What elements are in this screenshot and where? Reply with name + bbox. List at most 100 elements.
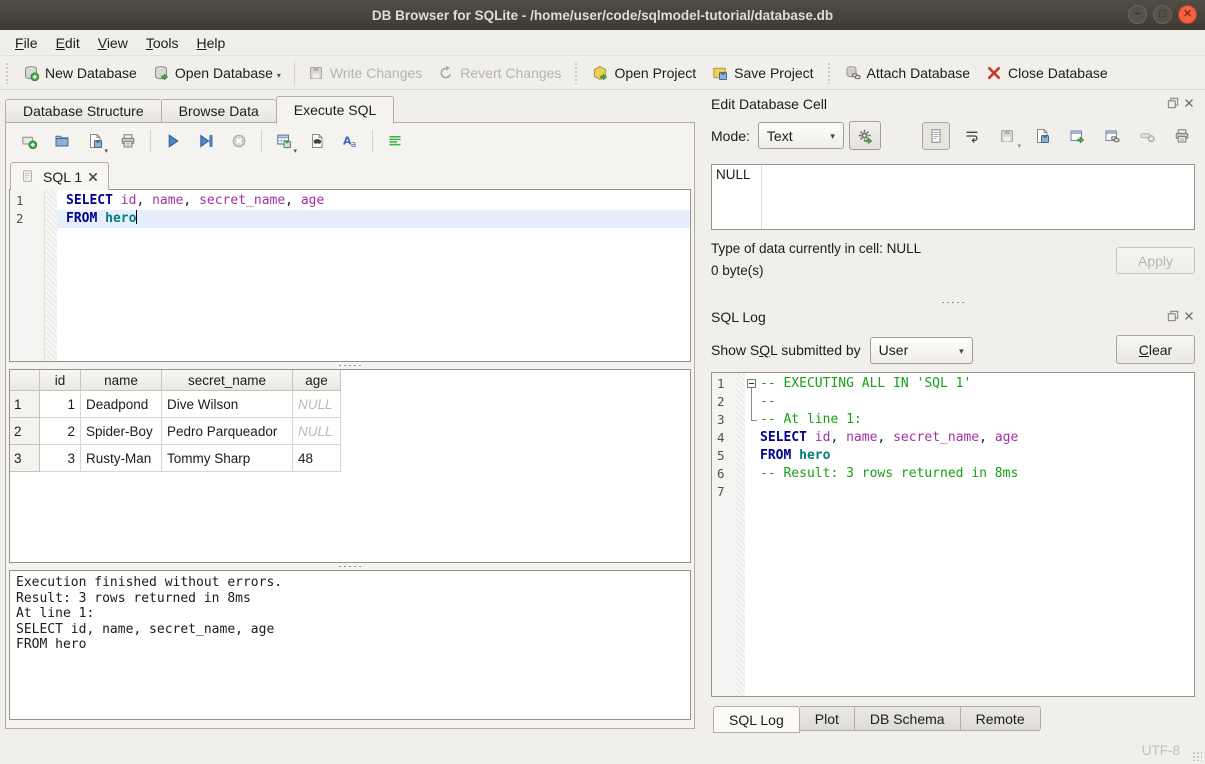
float-dock-icon[interactable] [1167,309,1179,325]
new-database-button[interactable]: New Database [15,61,145,85]
sql-editor-line[interactable]: FROM hero [10,210,690,228]
stop-execution-button[interactable] [226,128,252,154]
format-sql-button[interactable]: Aa [337,128,363,154]
close-dock-icon[interactable] [1183,96,1195,112]
titlebar[interactable]: DB Browser for SQLite - /home/user/code/… [0,0,1205,31]
new-sql-tab-button[interactable] [16,128,42,154]
sql-tab[interactable]: SQL 1 [10,162,109,190]
resize-grip[interactable] [1192,751,1202,761]
save-project-button[interactable]: Save Project [704,61,821,85]
menu-edit[interactable]: Edit [47,33,89,53]
line-number: 5 [712,447,736,465]
cell[interactable]: NULL [293,418,341,445]
dock-splitter[interactable] [711,299,1195,306]
sql-editor[interactable]: 12 SELECT id, name, secret_name, ageFROM… [9,189,691,362]
minimize-button[interactable]: − [1128,5,1147,24]
sql-log-line: FROM hero [712,447,1194,465]
find-in-sql-button[interactable] [304,128,330,154]
clear-log-button[interactable]: Clear [1116,335,1195,364]
column-header-id[interactable]: id [40,370,81,391]
table-row[interactable]: 22Spider-BoyPedro ParqueadorNULL [10,418,341,445]
left-panel: Database StructureBrowse DataExecute SQL… [0,89,702,737]
column-header-age[interactable]: age [293,370,341,391]
cell[interactable]: Spider-Boy [81,418,162,445]
copy-link-button[interactable] [1099,123,1125,149]
menu-view[interactable]: View [89,33,137,53]
save-results-button[interactable]: ▾ [271,128,297,154]
menu-file[interactable]: File [6,33,47,53]
bottom-tab-sql-log[interactable]: SQL Log [713,706,800,733]
text-cursor [136,210,137,224]
cell[interactable]: Dive Wilson [162,391,293,418]
mode-select[interactable]: Text ▾ [758,122,844,149]
sql-log-line: SELECT id, name, secret_name, age [712,429,1194,447]
column-header-name[interactable]: name [81,370,162,391]
sql-editor-line[interactable]: SELECT id, name, secret_name, age [10,192,690,210]
maximize-button[interactable]: □ [1153,5,1172,24]
log-gutter: 1234567 [712,373,736,696]
execution-message[interactable]: Execution finished without errors. Resul… [9,570,691,720]
open-project-button[interactable]: Open Project [584,61,704,85]
print-sql-button[interactable] [115,128,141,154]
cell[interactable]: Deadpond [81,391,162,418]
column-header-secret_name[interactable]: secret_name [162,370,293,391]
tab-database-structure[interactable]: Database Structure [5,99,161,123]
write-changes-button[interactable]: Write Changes [300,61,430,85]
open-in-external-button[interactable] [1064,123,1090,149]
cell[interactable]: Pedro Parqueador [162,418,293,445]
close-button[interactable]: ✕ [1178,5,1197,24]
print-sql-icon [120,133,136,149]
close-database-button[interactable]: Close Database [978,61,1116,85]
apply-button[interactable]: Apply [1116,247,1195,274]
bottom-tab-plot[interactable]: Plot [800,706,855,731]
log-filter-select[interactable]: User ▾ [870,337,973,364]
revert-changes-button[interactable]: Revert Changes [430,61,569,85]
bottom-tab-remote[interactable]: Remote [961,706,1041,731]
cell[interactable]: 3 [40,445,81,472]
menu-tools[interactable]: Tools [137,33,188,53]
table-row[interactable]: 11DeadpondDive WilsonNULL [10,391,341,418]
row-number[interactable]: 1 [10,391,40,418]
close-dock-icon[interactable] [1183,309,1195,325]
results-message-splitter[interactable] [6,563,694,570]
cell[interactable]: Tommy Sharp [162,445,293,472]
auto-switch-mode-button[interactable] [849,121,881,150]
set-null-button[interactable] [1134,123,1160,149]
save-sql-file-icon [87,133,103,149]
close-sql-tab-icon[interactable] [88,172,98,182]
execute-all-button[interactable] [160,128,186,154]
corner-header[interactable] [10,370,40,391]
cell[interactable]: 48 [293,445,341,472]
editor-results-splitter[interactable] [6,362,694,369]
row-number[interactable]: 3 [10,445,40,472]
row-number[interactable]: 2 [10,418,40,445]
export-to-file-button[interactable] [1029,123,1055,149]
menu-help[interactable]: Help [188,33,235,53]
toolbar-separator [5,62,10,84]
tab-browse-data[interactable]: Browse Data [161,99,276,123]
print-cell-button[interactable] [1169,123,1195,149]
word-wrap-cell-button[interactable] [959,123,985,149]
execute-current-line-button[interactable] [193,128,219,154]
open-database-button[interactable]: Open Database▾ [145,61,289,85]
cell[interactable]: Rusty-Man [81,445,162,472]
table-row[interactable]: 33Rusty-ManTommy Sharp48 [10,445,341,472]
bottom-tab-db-schema[interactable]: DB Schema [855,706,961,731]
cell-value-editor[interactable]: NULL [711,164,1195,230]
sql-log-view[interactable]: 1234567 -- EXECUTING ALL IN 'SQL 1'---- … [711,372,1195,697]
text-mode-button[interactable] [922,122,950,150]
save-sql-file-button[interactable]: ▾ [82,128,108,154]
import-from-file-button[interactable]: ▾ [994,123,1020,149]
toggle-word-wrap-button[interactable] [382,128,408,154]
fold-marker[interactable] [745,375,760,393]
toolbar-separator [150,130,151,152]
attach-database-button[interactable]: Attach Database [837,61,979,85]
cell[interactable]: 2 [40,418,81,445]
tab-execute-sql[interactable]: Execute SQL [276,96,395,124]
cell[interactable]: 1 [40,391,81,418]
results-table[interactable]: idnamesecret_nameage11DeadpondDive Wilso… [10,370,341,472]
open-sql-file-button[interactable] [49,128,75,154]
cell[interactable]: NULL [293,391,341,418]
encoding-label[interactable]: UTF-8 [1142,743,1180,758]
float-dock-icon[interactable] [1167,96,1179,112]
